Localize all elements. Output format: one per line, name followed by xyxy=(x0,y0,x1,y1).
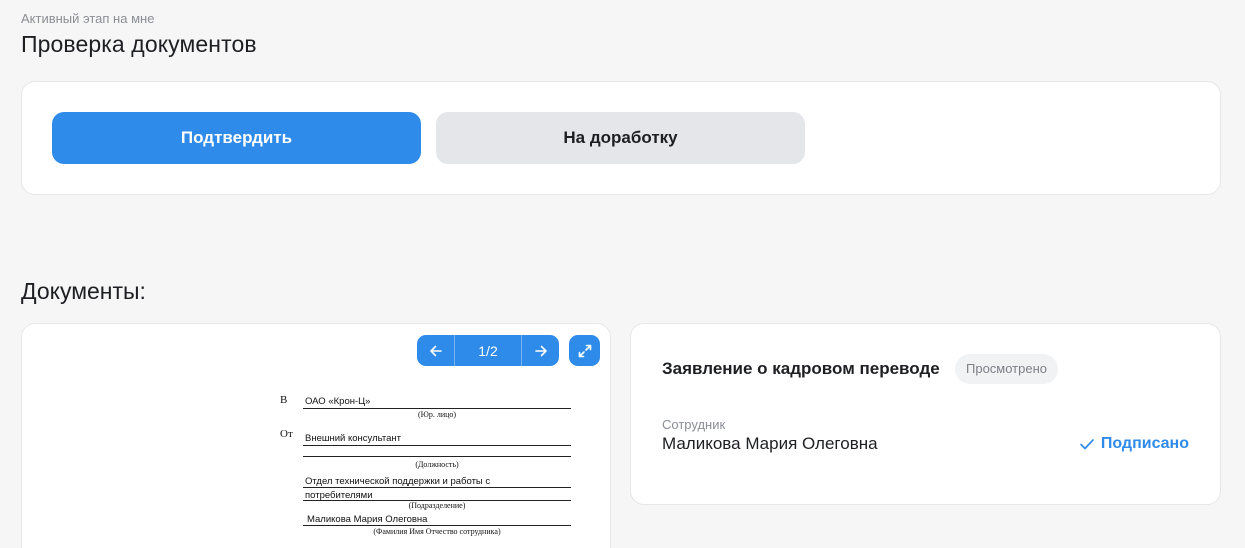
form-line xyxy=(303,456,571,457)
form-department-line1: Отдел технической поддержки и работы с xyxy=(305,476,491,487)
next-page-button[interactable] xyxy=(522,335,559,366)
confirm-button[interactable]: Подтвердить xyxy=(52,112,421,164)
signed-label: Подписано xyxy=(1100,435,1189,452)
form-line xyxy=(303,408,571,409)
page-title: Проверка документов xyxy=(21,31,257,57)
rework-button[interactable]: На доработку xyxy=(436,112,805,164)
stage-label: Активный этап на мне xyxy=(21,11,155,26)
employee-name: Маликова Мария Олеговна xyxy=(662,434,878,453)
form-from-label: От xyxy=(280,428,293,440)
status-badge: Просмотрено xyxy=(955,354,1059,384)
page-pager: 1/2 xyxy=(417,335,559,366)
signed-status: Подписано xyxy=(1079,435,1189,453)
form-to-value: ОАО «Крон-Ц» xyxy=(305,396,371,407)
prev-page-button[interactable] xyxy=(417,335,454,366)
document-info-card[interactable]: Заявление о кадровом переводе Просмотрен… xyxy=(630,323,1221,505)
form-line xyxy=(303,445,571,446)
action-card: Подтвердить На доработку xyxy=(21,81,1221,195)
form-employee-value: Маликова Мария Олеговна xyxy=(307,514,428,525)
form-to-caption: (Юр. лицо) xyxy=(417,410,457,419)
form-line xyxy=(303,487,571,488)
form-position-value: Внешний консультант xyxy=(305,433,401,444)
form-employee-caption: (Фамилия Имя Отчество сотрудника) xyxy=(373,527,501,536)
form-line xyxy=(303,525,571,526)
employee-label: Сотрудник xyxy=(662,417,726,432)
page-indicator: 1/2 xyxy=(454,335,522,366)
form-department-caption: (Подразделение) xyxy=(408,501,466,510)
expand-icon xyxy=(578,344,591,357)
documents-title: Документы: xyxy=(21,278,146,304)
document-name[interactable]: Заявление о кадровом переводе xyxy=(662,359,940,379)
form-position-caption: (Должность) xyxy=(415,460,459,469)
form-to-label: В xyxy=(280,394,288,406)
arrow-left-icon xyxy=(429,345,442,356)
document-preview: В ОАО «Крон-Ц» (Юр. лицо) От Внешний кон… xyxy=(21,323,611,548)
expand-button[interactable] xyxy=(569,335,600,366)
check-icon xyxy=(1079,439,1094,450)
arrow-right-icon xyxy=(534,345,547,356)
